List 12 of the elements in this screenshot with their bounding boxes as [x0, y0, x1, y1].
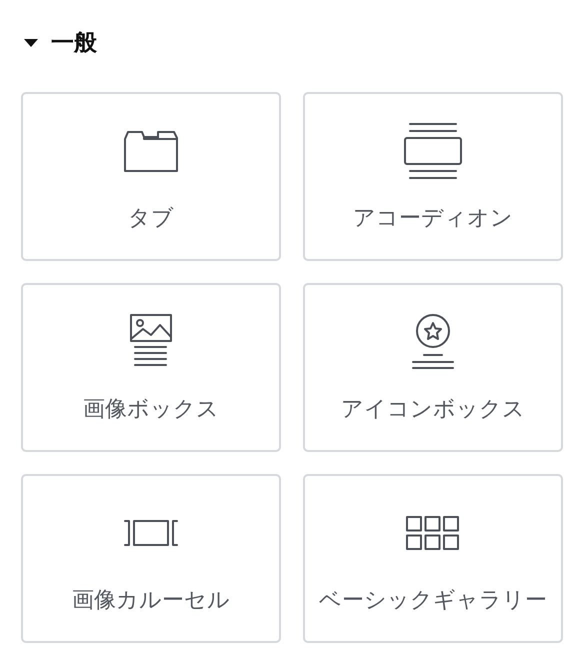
widget-card[interactable]: タブ: [21, 92, 281, 261]
section-title: 一般: [51, 28, 97, 58]
widget-card[interactable]: アコーディオン: [303, 92, 563, 261]
folder-icon: [122, 129, 180, 173]
widget-card[interactable]: アイコンボックス: [303, 283, 563, 452]
widget-card[interactable]: 画像ボックス: [21, 283, 281, 452]
accordion-icon: [404, 122, 462, 180]
widget-card[interactable]: ベーシックギャラリー: [303, 474, 563, 643]
widget-card[interactable]: 画像カルーセル: [21, 474, 281, 643]
star-badge-icon: [410, 314, 456, 370]
carousel-icon: [123, 518, 179, 548]
grid-icon: [405, 515, 461, 551]
